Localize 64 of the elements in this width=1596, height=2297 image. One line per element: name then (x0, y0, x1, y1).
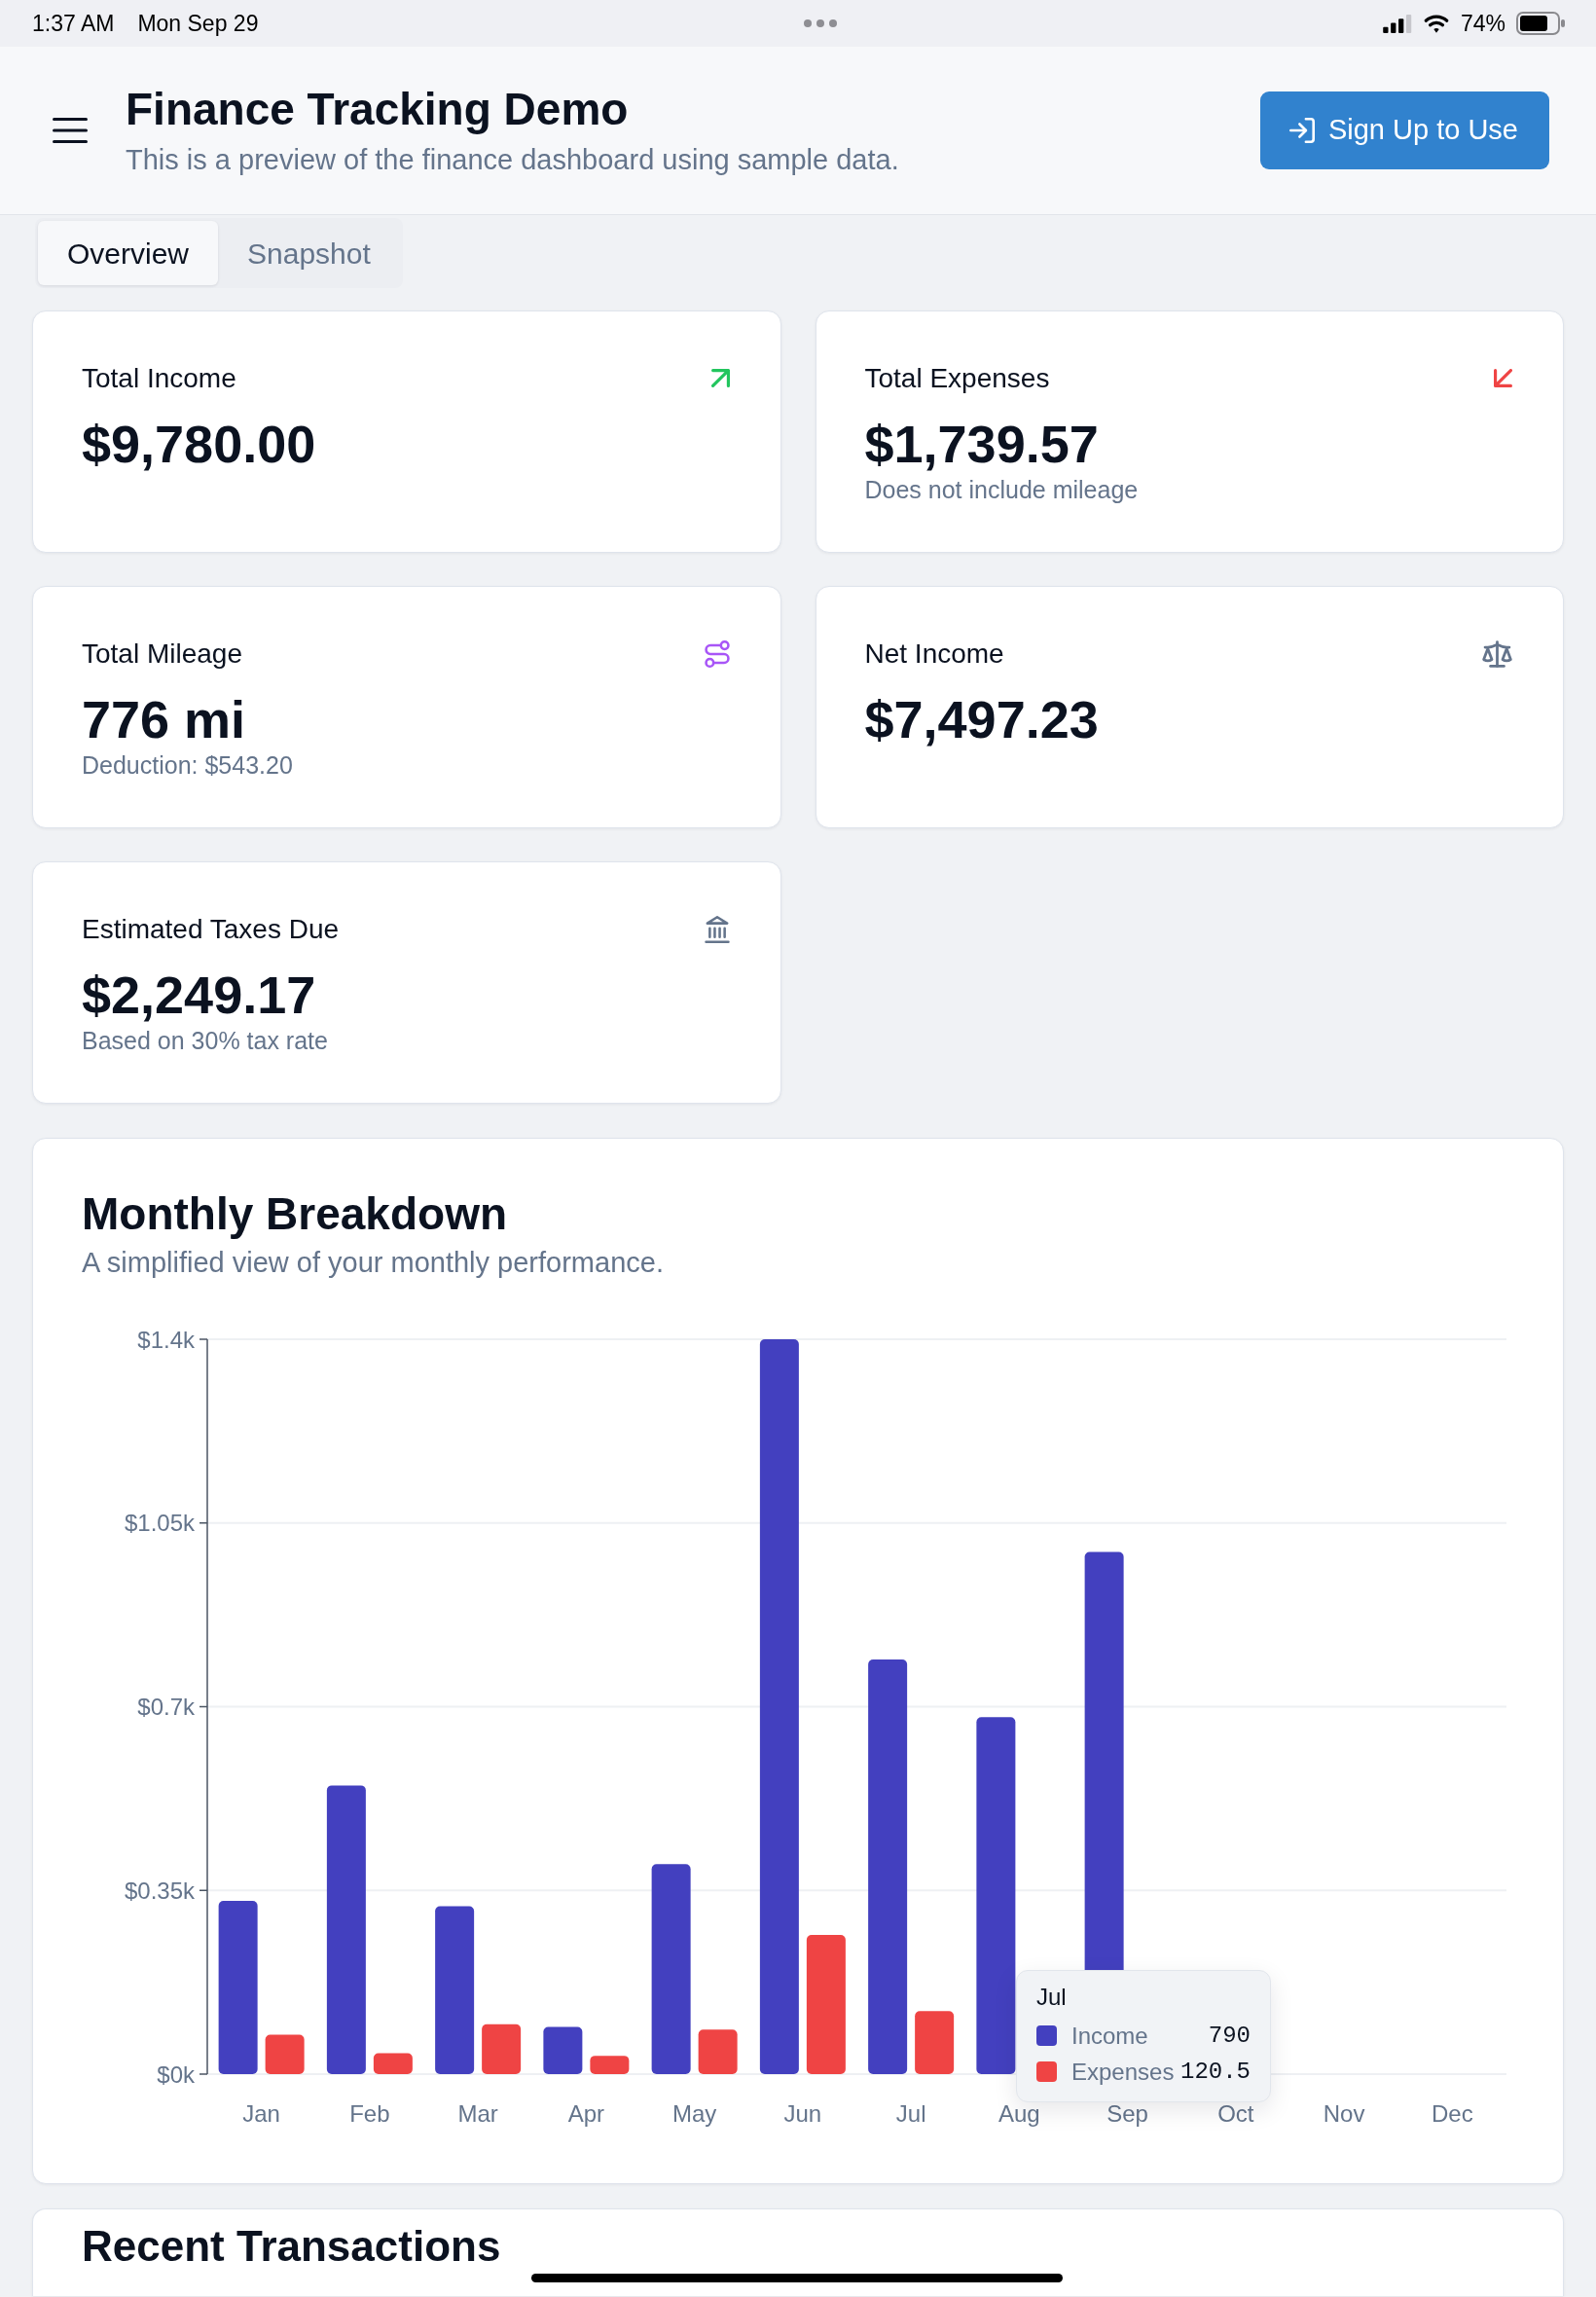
income-bar (543, 2026, 583, 2075)
wifi-icon (1422, 13, 1450, 34)
expenses-bar (265, 2035, 305, 2075)
expenses-bar (482, 2024, 522, 2075)
tooltip-title: Jul (1036, 1983, 1068, 2013)
menu-icon[interactable] (53, 118, 88, 143)
battery-icon (1516, 12, 1565, 35)
series-value: 120.5 (1180, 2057, 1251, 2087)
scale-icon (1482, 639, 1512, 668)
page-subtitle: This is a preview of the finance dashboard using sample data. (126, 142, 900, 177)
axis-label: $1.05k (124, 1510, 195, 1537)
stat-value: 776 mi (82, 690, 247, 748)
log-in-icon (1288, 118, 1315, 143)
month-label: Nov (1323, 2100, 1365, 2128)
page-title: Finance Tracking Demo (126, 82, 630, 136)
status-time: 1:37 AM (32, 9, 115, 38)
month-label: Jul (895, 2100, 926, 2128)
stat-note: Based on 30% tax rate (82, 1026, 329, 1055)
stat-label: Total Expenses (864, 362, 1050, 395)
signal-icon (1382, 14, 1412, 33)
stat-note: Deduction: $543.20 (82, 750, 294, 780)
card-title: Monthly Breakdown (82, 1187, 509, 1241)
stat-note: Does not include mileage (864, 475, 1140, 504)
battery-percent: 74% (1460, 9, 1505, 38)
arrow-down-left-icon (1494, 369, 1512, 388)
month-label: Sep (1106, 2100, 1148, 2128)
stat-value: $7,497.23 (864, 690, 1100, 748)
axis-label: $0k (157, 2060, 195, 2088)
stat-value: $2,249.17 (82, 966, 317, 1024)
arrow-up-right-icon (710, 369, 730, 388)
stat-label: Total Mileage (82, 638, 242, 671)
stat-label: Estimated Taxes Due (82, 913, 340, 946)
expenses-bar (590, 2056, 630, 2075)
month-label: Mar (457, 2100, 498, 2128)
month-label: Aug (998, 2100, 1040, 2128)
card-title: Recent Transactions (82, 2223, 502, 2271)
tab[interactable]: Snapshot (218, 221, 400, 285)
month-label: Oct (1217, 2100, 1254, 2128)
month-label: Feb (349, 2100, 390, 2128)
month-label: Jan (242, 2100, 280, 2128)
axis-label: $0.7k (137, 1694, 195, 1721)
stat-label: Net Income (864, 638, 1004, 671)
status-date: Mon Sep 29 (137, 9, 259, 38)
tab[interactable]: Overview (38, 221, 219, 285)
expenses-bar (373, 2053, 413, 2075)
axis-label: $1.4k (137, 1326, 195, 1353)
series-name: Income (1071, 2021, 1149, 2051)
month-label: Jun (783, 2100, 822, 2128)
stat-label: Total Income (82, 362, 236, 395)
sign-up-button[interactable]: Sign Up to Use (1259, 91, 1549, 169)
series-name: Expenses (1071, 2057, 1176, 2087)
month-label: May (671, 2100, 717, 2128)
month-label: Apr (567, 2100, 605, 2128)
axis-label: $0.35k (124, 1878, 195, 1905)
expenses-bar (915, 2011, 955, 2075)
card-subtitle: A simplified view of your monthly performance. (82, 1246, 665, 1281)
stat-value: $9,780.00 (82, 415, 317, 473)
route-icon (704, 639, 730, 668)
month-label: Dec (1432, 2100, 1473, 2128)
expenses-bar (698, 2029, 738, 2075)
more-dots-icon[interactable] (804, 19, 838, 27)
stat-value: $1,739.57 (864, 415, 1100, 473)
series-value: 790 (1208, 2021, 1251, 2051)
bank-icon (704, 915, 730, 943)
